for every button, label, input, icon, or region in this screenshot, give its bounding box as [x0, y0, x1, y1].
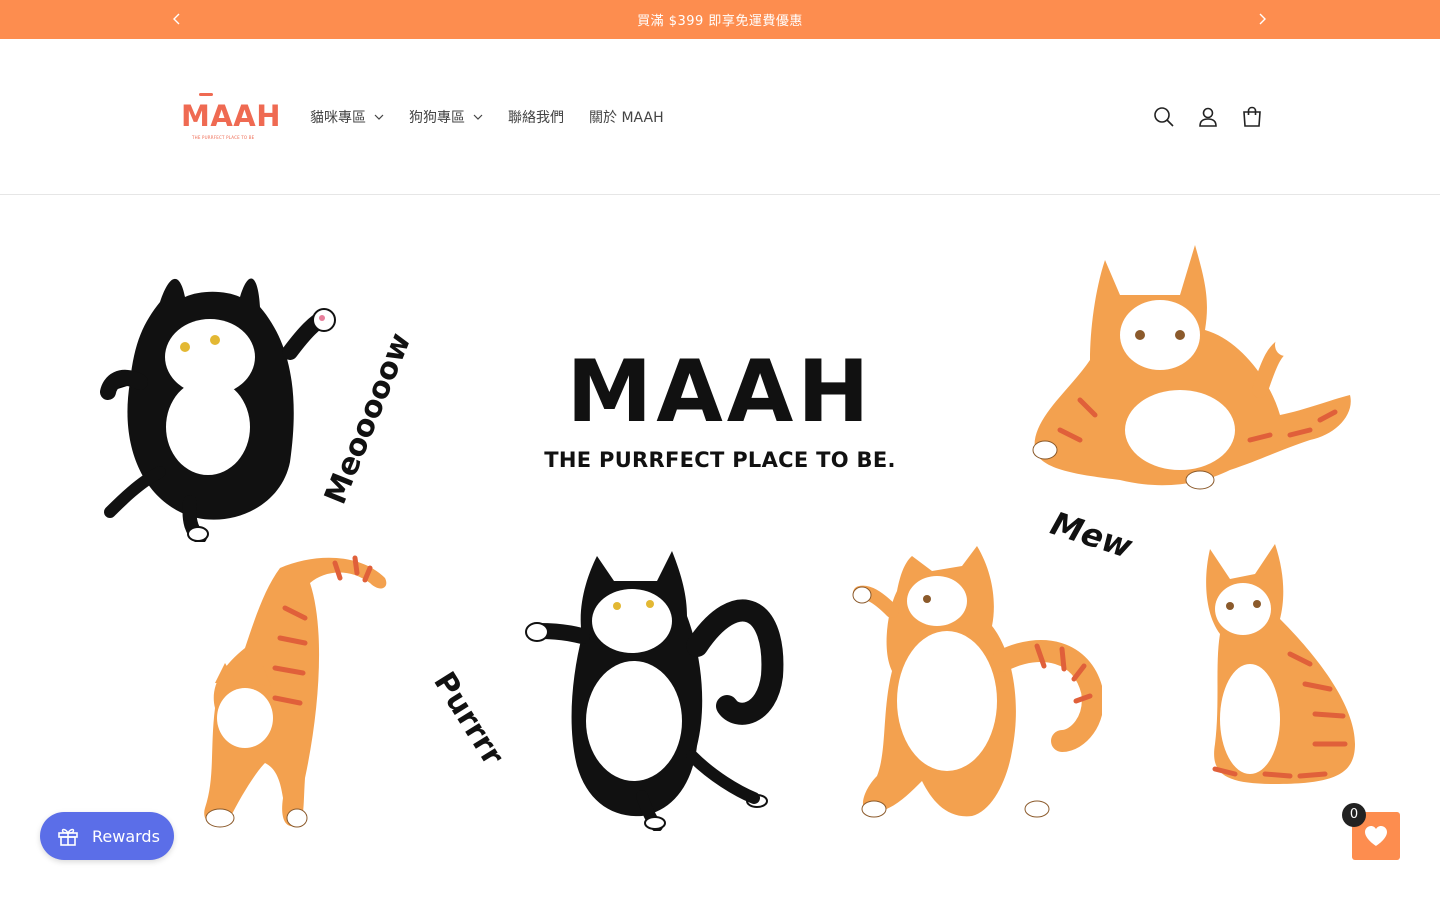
nav-item-contact[interactable]: 聯絡我們 [508, 107, 564, 127]
orange-cat-lounging-illustration [1032, 245, 1351, 490]
tuxedo-cat-illustration [100, 278, 336, 542]
gift-icon [58, 828, 78, 846]
chevron-down-icon [473, 114, 483, 120]
heart-icon [1365, 826, 1387, 846]
logo-wordmark: MAAH [181, 99, 282, 133]
nav-item-label: 關於 MAAH [589, 110, 664, 126]
orange-cat-sitting-illustration [1206, 544, 1355, 784]
nav-item-dogs[interactable]: 狗狗專區 [409, 107, 483, 127]
rewards-button[interactable]: Rewards [40, 812, 174, 860]
nav-item-about[interactable]: 關於 MAAH [589, 107, 664, 127]
account-icon[interactable] [1196, 105, 1220, 129]
chevron-right-icon[interactable] [1251, 8, 1273, 30]
nav-item-label: 狗狗專區 [409, 110, 465, 126]
rewards-label: Rewards [92, 826, 160, 846]
nav-item-cats[interactable]: 貓咪專區 [310, 107, 384, 127]
main-nav: 貓咪專區 狗狗專區 聯絡我們 關於 MAAH [310, 107, 689, 127]
search-icon[interactable] [1152, 105, 1176, 129]
site-logo[interactable]: MAAH THE PURRFECT PLACE TO BE [178, 89, 281, 145]
nav-item-label: 貓咪專區 [310, 110, 366, 126]
chevron-down-icon [374, 114, 384, 120]
wishlist-count-badge: 0 [1342, 803, 1366, 827]
announcement-bar: 買滿 $399 即享免運費優惠 [0, 0, 1440, 39]
purr-doodle: Purrrr [426, 666, 511, 772]
tuxedo-cat-dancing-illustration [525, 551, 784, 831]
hero-banner[interactable]: MAAH THE PURRFECT PLACE TO BE. Meooooow … [0, 196, 1440, 900]
announcement-message[interactable]: 買滿 $399 即享免運費優惠 [0, 10, 1440, 29]
logo-accent [199, 93, 213, 96]
logo-tagline: THE PURRFECT PLACE TO BE [192, 135, 255, 140]
nav-item-label: 聯絡我們 [508, 110, 564, 126]
site-header: MAAH THE PURRFECT PLACE TO BE 貓咪專區 狗狗專區 … [0, 39, 1440, 195]
orange-cat-stretching-illustration [204, 555, 387, 828]
orange-cat-boxing-illustration [852, 546, 1102, 818]
cart-icon[interactable] [1240, 105, 1264, 129]
